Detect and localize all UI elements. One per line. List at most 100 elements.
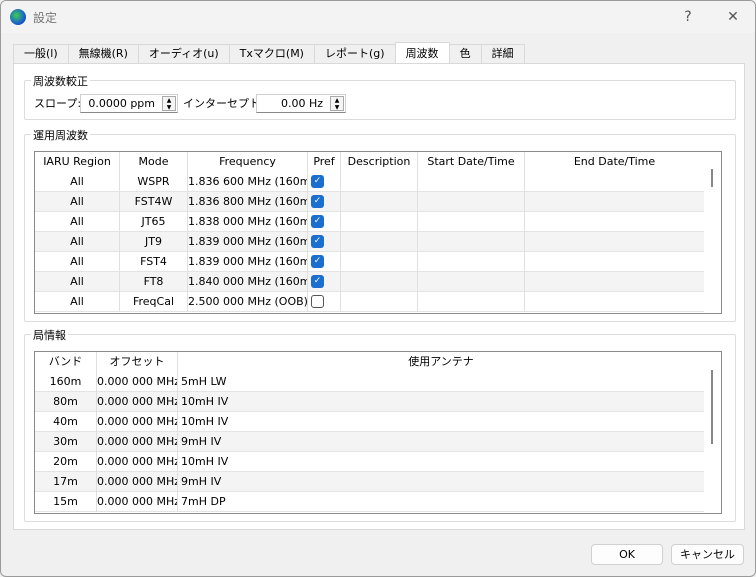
pref-cell: ✓ bbox=[308, 172, 341, 192]
band-cell: 17m bbox=[35, 472, 97, 492]
app-globe-icon bbox=[10, 9, 26, 25]
offset-cell: 0.000 000 MHz bbox=[97, 492, 178, 512]
band-cell: 15m bbox=[35, 492, 97, 512]
table-row[interactable]: 20m 0.000 000 MHz 10mH IV bbox=[35, 452, 705, 472]
antenna-cell: 10mH IV bbox=[178, 392, 705, 412]
help-button[interactable]: ? bbox=[677, 6, 699, 28]
table-row[interactable]: All FST4 1.839 000 MHz (160m) ✓ bbox=[35, 252, 705, 272]
description-cell bbox=[341, 232, 418, 252]
header-start: Start Date/Time bbox=[418, 152, 525, 172]
checkbox-checked-icon[interactable]: ✓ bbox=[311, 275, 324, 288]
pref-cell: ✓ bbox=[308, 252, 341, 272]
end-cell bbox=[525, 292, 705, 312]
header-antenna: 使用アンテナ bbox=[178, 352, 705, 372]
mode-cell: JT9 bbox=[120, 232, 188, 252]
table-row[interactable]: All JT9 1.839 000 MHz (160m) ✓ bbox=[35, 232, 705, 252]
frequency-cell: 2.500 000 MHz (OOB) bbox=[188, 292, 308, 312]
slope-value: 0.0000 ppm bbox=[88, 97, 155, 110]
table-row[interactable]: All FreqCal 2.500 000 MHz (OOB) bbox=[35, 292, 705, 312]
description-cell bbox=[341, 292, 418, 312]
station-info-table[interactable]: 15m 0.000 000 MHz 7mH DP 17m 0.000 000 MHz 9m… bbox=[34, 351, 722, 514]
offset-cell: 0.000 000 MHz bbox=[97, 472, 178, 492]
description-cell bbox=[341, 192, 418, 212]
band-cell: 160m bbox=[35, 372, 97, 392]
pref-cell bbox=[308, 292, 341, 312]
tab-7[interactable]: 詳細 bbox=[480, 44, 525, 64]
title-bar: 設定 ? ✕ bbox=[1, 1, 755, 33]
working-frequencies-table[interactable]: All FreqCal 2.500 000 MHz (OOB) All FT8 1.840… bbox=[34, 151, 722, 314]
description-cell bbox=[341, 252, 418, 272]
station-info-label: 局情報 bbox=[31, 327, 68, 343]
header-band: バンド bbox=[35, 352, 97, 372]
header-region: IARU Region bbox=[35, 152, 120, 172]
table-row[interactable]: All FT8 1.840 000 MHz (160m) ✓ bbox=[35, 272, 705, 292]
start-cell bbox=[418, 172, 525, 192]
pref-cell: ✓ bbox=[308, 272, 341, 292]
checkbox-checked-icon[interactable]: ✓ bbox=[311, 255, 324, 268]
frequency-cell: 1.840 000 MHz (160m) bbox=[188, 272, 308, 292]
start-cell bbox=[418, 232, 525, 252]
description-cell bbox=[341, 212, 418, 232]
intercept-spinbox[interactable]: 0.00 Hz ▲ ▼ bbox=[256, 94, 346, 113]
scrollbar-thumb[interactable] bbox=[711, 169, 713, 187]
vertical-scrollbar[interactable] bbox=[704, 152, 721, 313]
checkbox-checked-icon[interactable]: ✓ bbox=[311, 175, 324, 188]
antenna-cell: 5mH LW bbox=[178, 372, 705, 392]
table-header[interactable]: バンド オフセット 使用アンテナ bbox=[35, 352, 705, 372]
end-cell bbox=[525, 172, 705, 192]
calibration-group-label: 周波数較正 bbox=[31, 73, 90, 89]
antenna-cell: 9mH IV bbox=[178, 472, 705, 492]
region-cell: All bbox=[35, 272, 120, 292]
band-cell: 20m bbox=[35, 452, 97, 472]
table-row[interactable]: 80m 0.000 000 MHz 10mH IV bbox=[35, 392, 705, 412]
pref-cell: ✓ bbox=[308, 192, 341, 212]
tab-1[interactable]: 無線機(R) bbox=[67, 44, 139, 64]
mode-cell: FT8 bbox=[120, 272, 188, 292]
spin-arrows-icon[interactable]: ▲ ▼ bbox=[330, 96, 344, 111]
mode-cell: WSPR bbox=[120, 172, 188, 192]
table-row[interactable]: 15m 0.000 000 MHz 7mH DP bbox=[35, 492, 705, 512]
tab-0[interactable]: 一般(l) bbox=[13, 44, 69, 64]
table-row[interactable]: All JT65 1.838 000 MHz (160m) ✓ bbox=[35, 212, 705, 232]
antenna-cell: 10mH IV bbox=[178, 412, 705, 432]
tab-bar: 一般(l) 無線機(R) オーディオ(u) Txマクロ(M) レポート(g) 周波数色詳細 bbox=[13, 42, 525, 64]
region-cell: All bbox=[35, 172, 120, 192]
vertical-scrollbar[interactable] bbox=[704, 352, 721, 513]
ok-button[interactable]: OK bbox=[591, 544, 663, 565]
start-cell bbox=[418, 292, 525, 312]
table-row[interactable]: 30m 0.000 000 MHz 9mH IV bbox=[35, 432, 705, 452]
slope-spinbox[interactable]: 0.0000 ppm ▲ ▼ bbox=[80, 94, 178, 113]
checkbox-unchecked-icon[interactable] bbox=[311, 295, 324, 308]
settings-dialog: 設定 ? ✕ 一般(l) 無線機(R) オーディオ(u) Txマクロ(M) レポート(g… bbox=[0, 0, 756, 577]
offset-cell: 0.000 000 MHz bbox=[97, 452, 178, 472]
scrollbar-thumb[interactable] bbox=[711, 370, 713, 444]
table-row[interactable]: All WSPR 1.836 600 MHz (160m) ✓ bbox=[35, 172, 705, 192]
region-cell: All bbox=[35, 192, 120, 212]
table-row[interactable]: 40m 0.000 000 MHz 10mH IV bbox=[35, 412, 705, 432]
table-row[interactable]: 160m 0.000 000 MHz 5mH LW bbox=[35, 372, 705, 392]
offset-cell: 0.000 000 MHz bbox=[97, 432, 178, 452]
tab-panel-frequencies: 周波数較正 スロープ: 0.0000 ppm ▲ ▼ インターセプト: 0.00 H… bbox=[13, 63, 745, 530]
tab-5[interactable]: 周波数 bbox=[394, 42, 450, 64]
tab-2[interactable]: オーディオ(u) bbox=[137, 44, 230, 64]
table-row[interactable]: 17m 0.000 000 MHz 9mH IV bbox=[35, 472, 705, 492]
table-header[interactable]: IARU Region Mode Frequency Pref Description S… bbox=[35, 152, 705, 172]
region-cell: All bbox=[35, 232, 120, 252]
spin-arrows-icon[interactable]: ▲ ▼ bbox=[162, 96, 176, 111]
close-button[interactable]: ✕ bbox=[722, 6, 744, 28]
band-cell: 80m bbox=[35, 392, 97, 412]
tab-3[interactable]: Txマクロ(M) bbox=[228, 44, 315, 64]
antenna-cell: 7mH DP bbox=[178, 492, 705, 512]
start-cell bbox=[418, 192, 525, 212]
header-mode: Mode bbox=[120, 152, 188, 172]
region-cell: All bbox=[35, 292, 120, 312]
cancel-button[interactable]: キャンセル bbox=[671, 544, 744, 565]
table-row[interactable]: All FST4W 1.836 800 MHz (160m) ✓ bbox=[35, 192, 705, 212]
end-cell bbox=[525, 192, 705, 212]
tab-6[interactable]: 色 bbox=[448, 44, 482, 64]
description-cell bbox=[341, 172, 418, 192]
checkbox-checked-icon[interactable]: ✓ bbox=[311, 235, 324, 248]
tab-4[interactable]: レポート(g) bbox=[313, 44, 396, 64]
checkbox-checked-icon[interactable]: ✓ bbox=[311, 195, 324, 208]
checkbox-checked-icon[interactable]: ✓ bbox=[311, 215, 324, 228]
